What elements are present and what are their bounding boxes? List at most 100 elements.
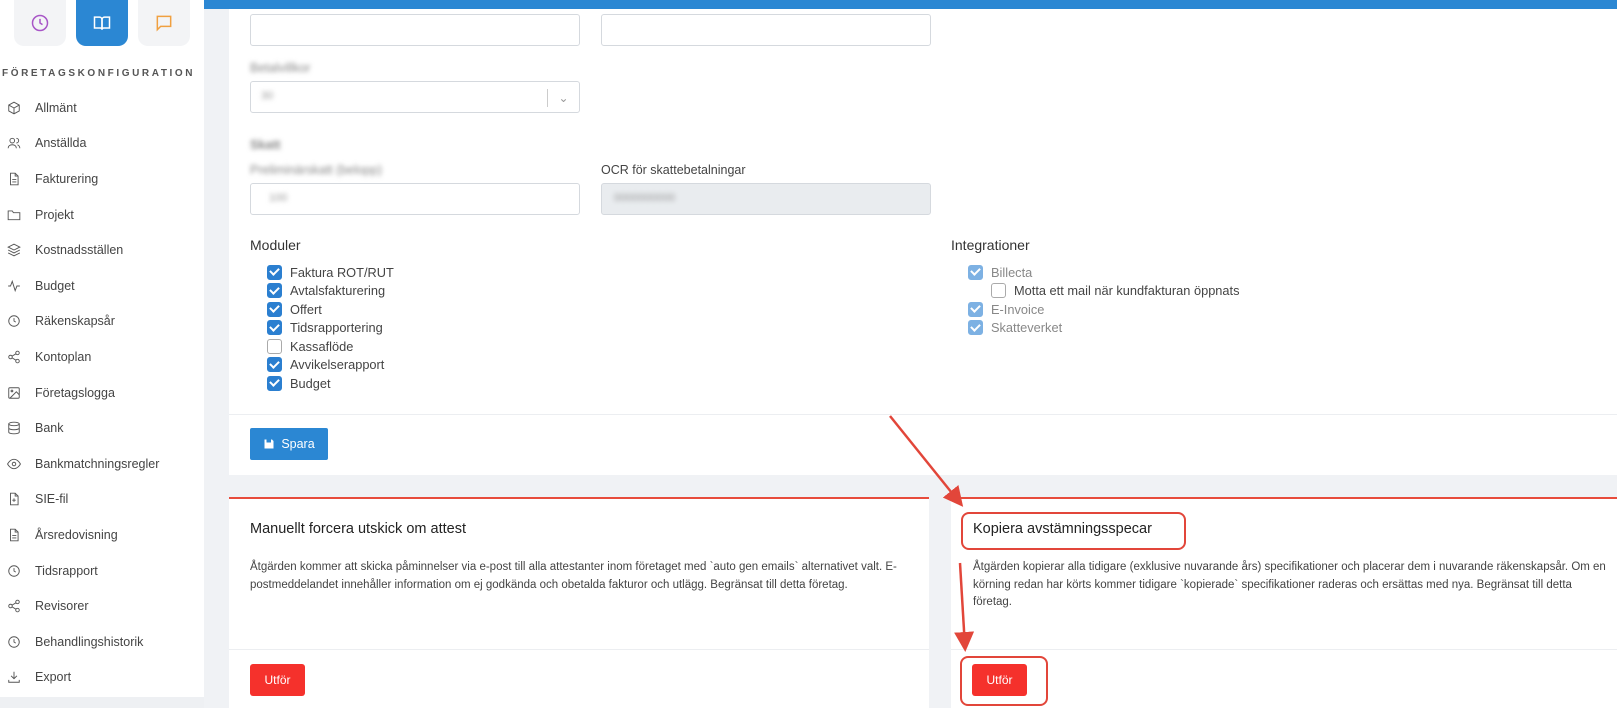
clock-icon [8, 635, 20, 648]
sidebar-item-behandlingshistorik[interactable]: Behandlingshistorik [0, 624, 204, 660]
sidebar-item-projekt[interactable]: Projekt [0, 197, 204, 233]
save-button[interactable]: Spara [250, 428, 328, 460]
sidebar: FÖRETAGSKONFIGURATION Allmänt Anställda … [0, 0, 204, 708]
sidebar-item-kontoplan[interactable]: Kontoplan [0, 339, 204, 375]
module-faktura-rot-rut[interactable]: Faktura ROT/RUT [267, 263, 394, 281]
module-tidsrapportering[interactable]: Tidsrapportering [267, 319, 383, 337]
sidebar-item-label: Behandlingshistorik [35, 634, 144, 649]
sidebar-item-label: Bank [35, 421, 64, 436]
sidebar-item-kostnadsstallen[interactable]: Kostnadsställen [0, 232, 204, 268]
layers-icon [7, 243, 21, 257]
cube-icon [8, 101, 20, 115]
image-icon [8, 386, 20, 399]
sidebar-item-label: Allmänt [35, 100, 77, 115]
sidebar-item-foretagslogga[interactable]: Företagslogga [0, 375, 204, 411]
sidebar-item-label: Tidsrapport [35, 563, 98, 578]
text-field-left[interactable] [250, 14, 580, 46]
top-bar [204, 0, 1617, 9]
sidebar-item-label: Projekt [35, 207, 74, 222]
chevron-down-icon: ⌄ [547, 89, 579, 107]
file-plus-icon [10, 493, 19, 506]
sidebar-item-export[interactable]: Export [0, 660, 204, 696]
chat-tab[interactable] [138, 0, 190, 46]
download-icon [8, 672, 20, 684]
checkbox[interactable] [267, 338, 282, 354]
ocr-label: OCR för skattebetalningar [601, 163, 746, 177]
checkbox[interactable] [267, 375, 282, 391]
sidebar-item-fakturering[interactable]: Fakturering [0, 161, 204, 197]
sidebar-item-tidsrapport[interactable]: Tidsrapport [0, 553, 204, 589]
sidebar-item-rakenskapsar[interactable]: Räkenskapsår [0, 304, 204, 340]
checkbox[interactable] [267, 264, 282, 280]
integrations-title: Integrationer [951, 237, 1030, 253]
sidebar-item-label: Kontoplan [35, 349, 92, 364]
checkbox [968, 301, 983, 317]
sidebar-item-label: Export [35, 670, 72, 685]
users-icon [7, 138, 21, 149]
checkbox-label: Motta ett mail när kundfakturan öppnats [1014, 283, 1240, 298]
checkbox-label: Tidsrapportering [290, 320, 383, 335]
attest-run-button[interactable]: Utför [250, 664, 305, 696]
text-field-right[interactable] [601, 14, 931, 46]
sidebar-item-sie-fil[interactable]: SIE-fil [0, 482, 204, 518]
sidebar-item-label: Revisorer [35, 599, 89, 614]
save-button-label: Spara [281, 437, 315, 451]
integration-billecta: Billecta [968, 263, 1032, 281]
prelim-tax-input[interactable]: 100 [250, 183, 580, 215]
checkbox-label: Skatteverket [991, 320, 1063, 335]
checkbox[interactable] [991, 283, 1006, 298]
sidebar-item-budget[interactable]: Budget [0, 268, 204, 304]
checkbox-label: Offert [290, 301, 322, 317]
sidebar-item-bankmatchningsregler[interactable]: Bankmatchningsregler [0, 446, 204, 482]
prelim-tax-label: Preliminärskatt (belopp) [250, 163, 382, 177]
payment-terms-label: Betalvillkor [250, 61, 311, 75]
chat-icon [156, 15, 172, 32]
checkbox[interactable] [267, 283, 282, 298]
sidebar-nav: Allmänt Anställda Fakturering Projekt Ko… [0, 90, 204, 695]
attest-card-divider [229, 649, 929, 650]
module-kassaflode[interactable]: Kassaflöde [267, 337, 353, 355]
activity-icon [8, 279, 20, 292]
sidebar-item-bank[interactable]: Bank [0, 410, 204, 446]
integration-mail-opened[interactable]: Motta ett mail när kundfakturan öppnats [991, 282, 1240, 300]
save-icon [264, 439, 274, 449]
sidebar-item-label: Kostnadsställen [35, 243, 124, 258]
checkbox-label: Faktura ROT/RUT [290, 264, 394, 280]
checkbox[interactable] [267, 357, 282, 372]
divider [229, 414, 1617, 415]
integration-e-invoice: E-Invoice [968, 300, 1044, 318]
tax-heading: Skatt [250, 138, 281, 152]
history-tab[interactable] [14, 0, 66, 46]
checkbox-label: Avtalsfakturering [290, 283, 386, 298]
module-budget[interactable]: Budget [267, 374, 331, 392]
module-offert[interactable]: Offert [267, 300, 322, 318]
module-avtalsfakturering[interactable]: Avtalsfakturering [267, 282, 385, 300]
payment-terms-select[interactable]: 30 ⌄ [250, 81, 580, 113]
module-avvikelserapport[interactable]: Avvikelserapport [267, 356, 384, 374]
checkbox-label: Billecta [991, 264, 1033, 280]
checkbox[interactable] [267, 320, 282, 335]
modules-title: Moduler [250, 237, 301, 253]
sidebar-item-revisorer[interactable]: Revisorer [0, 588, 204, 624]
sidebar-item-label: SIE-fil [35, 492, 69, 507]
checkbox [968, 264, 983, 280]
sidebar-item-label: Anställda [35, 136, 87, 151]
checkbox-label: Kassaflöde [290, 338, 354, 354]
sidebar-item-arsredovisning[interactable]: Årsredovisning [0, 517, 204, 553]
integration-skatteverket: Skatteverket [968, 319, 1062, 337]
copy-specs-card-text: Åtgärden kopierar alla tidigare (exklusi… [973, 561, 1606, 608]
clock-icon [8, 564, 20, 577]
sidebar-item-label: Fakturering [35, 171, 99, 186]
config-tab[interactable] [76, 0, 128, 46]
sidebar-item-allmant[interactable]: Allmänt [0, 90, 204, 126]
sidebar-item-anstallda[interactable]: Anställda [0, 126, 204, 162]
clock-icon [31, 14, 49, 32]
eye-icon [7, 458, 21, 469]
sidebar-item-label: Budget [35, 278, 75, 293]
share-icon [8, 350, 20, 364]
copy-specs-card-divider [951, 649, 1617, 650]
sidebar-item-label: Bankmatchningsregler [35, 456, 160, 471]
ocr-input: 0000000000 [601, 183, 931, 215]
clock-icon [8, 315, 20, 328]
checkbox[interactable] [267, 301, 282, 317]
